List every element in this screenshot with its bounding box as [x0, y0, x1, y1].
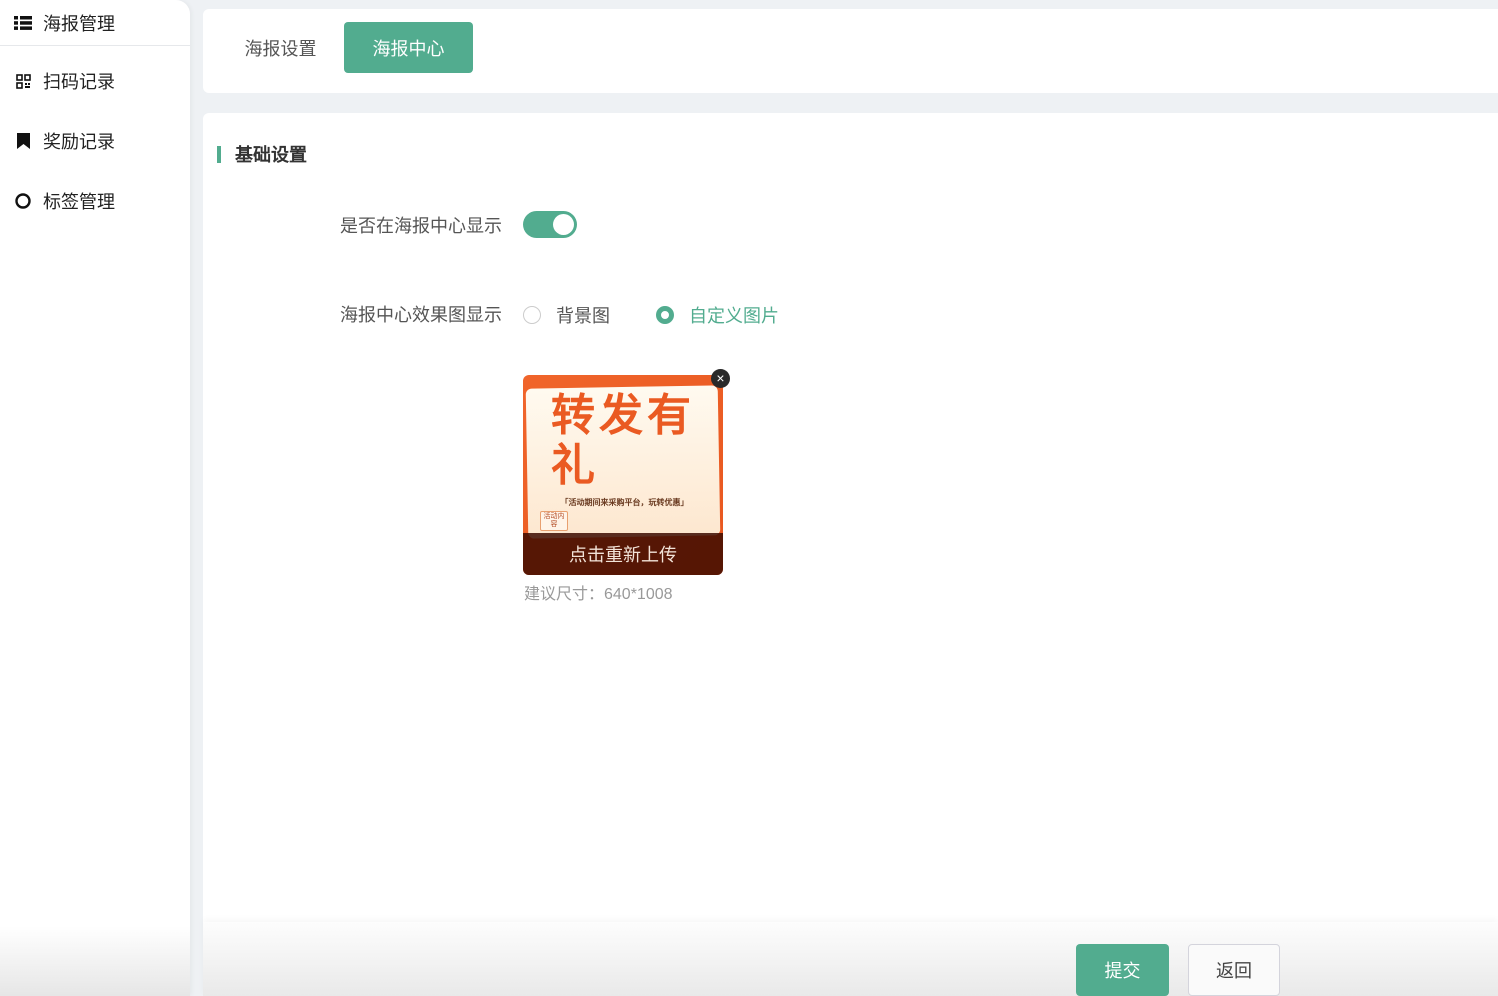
radio-circle — [523, 306, 541, 324]
radio-custom-image[interactable]: 自定义图片 — [656, 302, 779, 328]
tab-poster-settings[interactable]: 海报设置 — [228, 22, 333, 73]
remove-image-close-icon[interactable]: × — [711, 369, 730, 388]
display-mode-label: 海报中心效果图显示 — [340, 305, 502, 325]
radio-label: 自定义图片 — [689, 306, 779, 326]
sidebar-item-tag-management[interactable]: 标签管理 — [0, 178, 190, 224]
settings-panel: 基础设置 是否在海报中心显示 海报中心效果图显示 背景图 自定义图片 转发有礼 … — [203, 113, 1498, 996]
sidebar-item-scan-records[interactable]: 扫码记录 — [0, 58, 190, 104]
uploaded-image[interactable]: 转发有礼 「活动期间来采购平台，玩转优惠」 活动内容 点击重新上传 — [523, 375, 723, 575]
toggle-knob — [553, 214, 574, 235]
poster-badge: 活动内容 — [540, 511, 568, 531]
back-button[interactable]: 返回 — [1188, 944, 1280, 996]
tab-poster-center[interactable]: 海报中心 — [344, 22, 473, 73]
sidebar-fade — [0, 926, 190, 996]
poster-tagline: 「活动期间来采购平台，玩转优惠」 — [560, 498, 689, 507]
qrcode-icon — [14, 72, 32, 90]
sidebar-item-label: 扫码记录 — [43, 72, 115, 92]
section-title-text: 基础设置 — [235, 145, 307, 165]
sidebar-item-poster-management[interactable]: 海报管理 — [0, 0, 190, 46]
sidebar-item-label: 标签管理 — [43, 192, 115, 212]
list-icon — [14, 14, 32, 32]
sidebar: 海报管理 扫码记录 奖励记录 标签管理 — [0, 0, 190, 996]
sidebar-item-reward-records[interactable]: 奖励记录 — [0, 118, 190, 164]
accent-bar — [217, 145, 221, 163]
poster-title-art: 转发有礼 — [551, 391, 695, 490]
bookmark-icon — [14, 132, 32, 150]
reupload-overlay[interactable]: 点击重新上传 — [523, 533, 723, 575]
sidebar-item-label: 奖励记录 — [43, 132, 115, 152]
circle-icon — [14, 192, 32, 210]
radio-circle — [656, 306, 674, 324]
show-in-center-toggle[interactable] — [523, 211, 577, 238]
sidebar-item-label: 海报管理 — [43, 13, 115, 34]
radio-background[interactable]: 背景图 — [523, 302, 610, 328]
tab-bar: 海报设置 海报中心 — [203, 9, 1498, 93]
footer-bar: 提交 返回 — [203, 922, 1498, 996]
size-hint: 建议尺寸：640*1008 — [524, 586, 673, 603]
show-in-center-label: 是否在海报中心显示 — [340, 216, 502, 236]
radio-label: 背景图 — [556, 306, 610, 326]
section-title: 基础设置 — [217, 141, 307, 167]
submit-button[interactable]: 提交 — [1076, 944, 1169, 996]
